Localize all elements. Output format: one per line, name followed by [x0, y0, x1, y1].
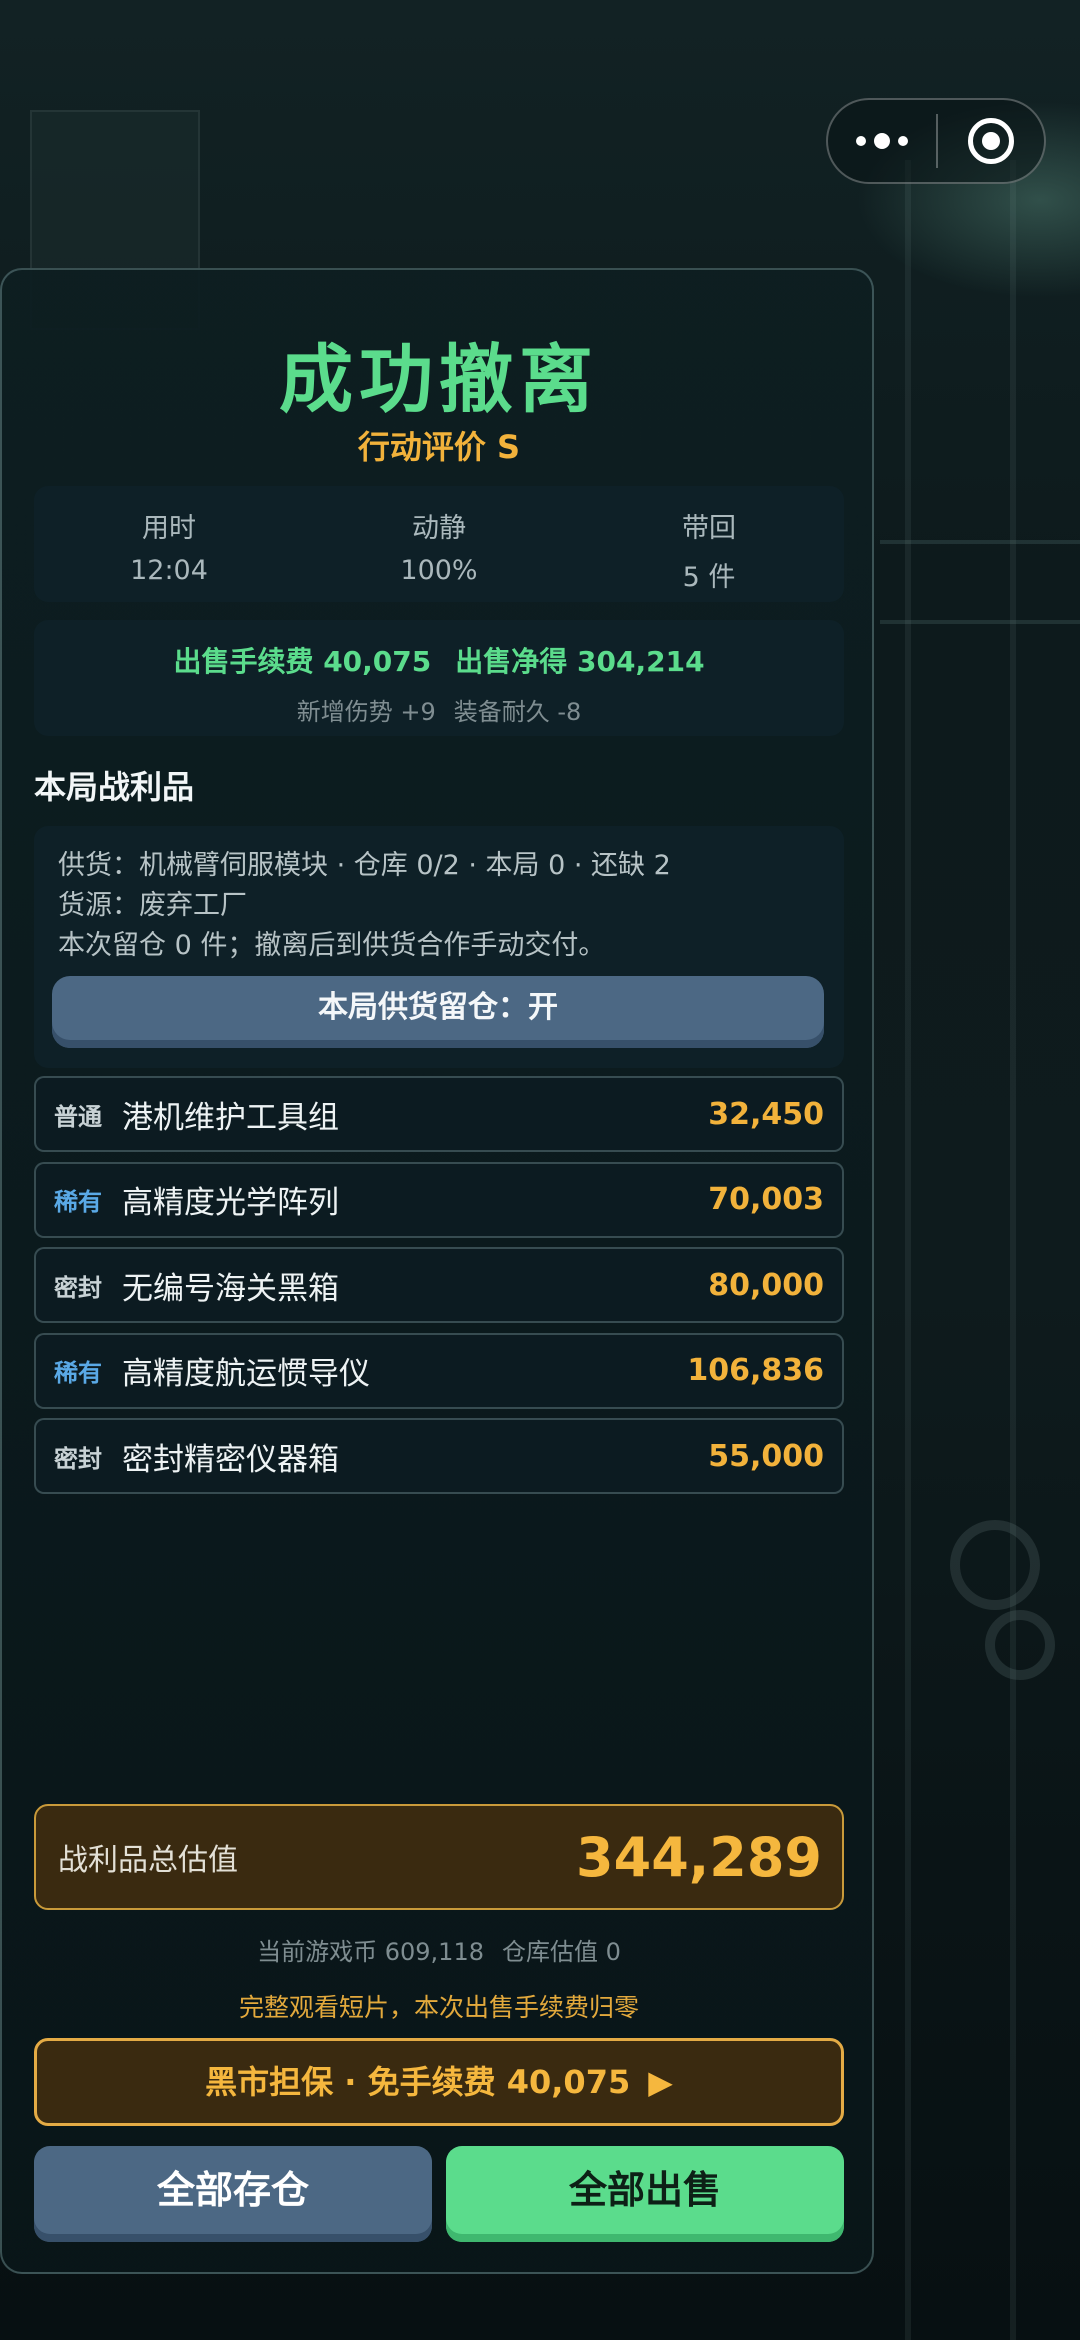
ad-tip: 完整观看短片，本次出售手续费归零 — [238, 1993, 639, 2022]
loot-value: 106,836 — [687, 1353, 824, 1388]
sale-summary: 出售手续费 40,075 出售净得 304,214 新增伤势 +9 装备耐久 -8 — [34, 620, 844, 736]
current-coins: 当前游戏币 609,118 — [257, 1938, 484, 1966]
stat-label: 动静 — [412, 513, 466, 544]
stat-value: 100% — [400, 555, 478, 586]
stats-bar: 用时 12:04 动静 100% 带回 5 件 — [34, 486, 844, 602]
stat-label: 用时 — [142, 513, 196, 544]
loot-value: 70,003 — [708, 1182, 824, 1217]
rarity-tag: 普通 — [54, 1102, 102, 1131]
background-wheel — [950, 1520, 1040, 1610]
loot-name: 无编号海关黑箱 — [122, 1270, 339, 1307]
stat-value: 5 件 — [682, 562, 736, 593]
loot-name: 高精度光学阵列 — [122, 1185, 339, 1221]
loot-name: 港机维护工具组 — [122, 1099, 339, 1136]
loot-item[interactable]: 稀有 高精度航运惯导仪 106,836 — [34, 1332, 844, 1409]
rarity-tag: 密封 — [54, 1444, 102, 1473]
stat-value: 12:04 — [130, 555, 208, 586]
stat-label: 带回 — [682, 513, 736, 544]
loot-item[interactable]: 普通 港机维护工具组 32,450 — [34, 1076, 844, 1152]
loot-value: 55,000 — [708, 1438, 824, 1474]
rarity-tag: 密封 — [54, 1273, 102, 1302]
rarity-tag: 稀有 — [54, 1359, 102, 1387]
total-value: 344,289 — [576, 1825, 822, 1889]
total-label: 战利品总估值 — [58, 1843, 238, 1878]
sale-fee: 出售手续费 40,075 — [173, 645, 432, 678]
background-pillar — [905, 160, 911, 2340]
more-menu-icon[interactable] — [828, 100, 936, 182]
page-title: 成功撤离 — [279, 337, 599, 423]
supply-card: 供货：机械臂伺服模块 · 仓库 0/2 · 本局 0 · 还缺 2 货源：废弃工… — [34, 826, 844, 1068]
supply-source: 货源：废弃工厂 — [58, 890, 247, 921]
loot-total-card: 战利品总估值 344,289 — [34, 1804, 844, 1910]
stat-noise: 动静 100% — [304, 486, 574, 602]
rarity-tag: 稀有 — [54, 1188, 102, 1216]
close-target-icon[interactable] — [938, 118, 1044, 164]
loot-name: 高精度航运惯导仪 — [122, 1356, 370, 1392]
loot-value: 80,000 — [708, 1267, 824, 1303]
loot-item[interactable]: 密封 密封精密仪器箱 55,000 — [34, 1418, 844, 1494]
background-wheel — [985, 1610, 1055, 1680]
sale-net: 出售净得 304,214 — [455, 645, 705, 678]
loot-item[interactable]: 稀有 高精度光学阵列 70,003 — [34, 1161, 844, 1238]
injury-change: 新增伤势 +9 — [296, 698, 436, 726]
stat-carried: 带回 5 件 — [574, 486, 844, 602]
loot-list: 普通 港机维护工具组 32,450 稀有 高精度光学阵列 70,003 密封 无… — [34, 1076, 844, 1504]
supply-line: 供货：机械臂伺服模块 · 仓库 0/2 · 本局 0 · 还缺 2 — [58, 850, 671, 881]
durability-change: 装备耐久 -8 — [453, 698, 582, 726]
store-all-button[interactable]: 全部存仓 — [34, 2146, 432, 2242]
loot-name: 密封精密仪器箱 — [122, 1441, 339, 1478]
loot-item[interactable]: 密封 无编号海关黑箱 80,000 — [34, 1247, 844, 1323]
background-pillar — [1010, 160, 1016, 2340]
supply-keep-toggle-button[interactable]: 本局供货留仓：开 — [52, 976, 824, 1048]
loot-value: 32,450 — [708, 1096, 824, 1132]
extraction-result-panel: 成功撤离 行动评价 S 用时 12:04 动静 100% 带回 5 件 出售手续… — [0, 268, 874, 2274]
warehouse-value: 仓库估值 0 — [501, 1938, 621, 1966]
stat-time: 用时 12:04 — [34, 486, 304, 602]
action-rating: 行动评价 S — [357, 428, 521, 466]
black-market-label: 黑市担保 · 免手续费 40,075 — [205, 2063, 631, 2101]
play-arrow-icon: ▶ — [648, 2063, 673, 2101]
section-title: 本局战利品 — [34, 768, 195, 806]
black-market-button[interactable]: 黑市担保 · 免手续费 40,075 ▶ — [34, 2038, 844, 2126]
wallet-summary: 当前游戏币 609,118 仓库估值 0 — [2, 1932, 876, 1967]
supply-note: 本次留仓 0 件；撤离后到供货合作手动交付。 — [58, 930, 606, 961]
sell-all-button[interactable]: 全部出售 — [446, 2146, 844, 2242]
mini-program-capsule — [826, 98, 1046, 184]
